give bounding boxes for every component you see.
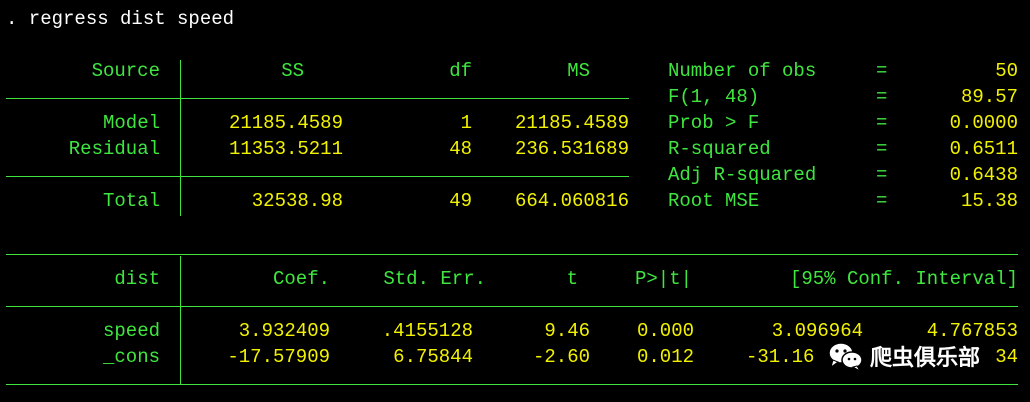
coef-se-value: .4155128	[381, 320, 473, 342]
coef-top-rule	[6, 254, 1018, 255]
stat-equals: =	[876, 86, 888, 108]
coef-header-coef: Coef.	[272, 268, 330, 290]
watermark: 爬虫俱乐部	[826, 336, 1026, 376]
stat-equals: =	[876, 60, 888, 82]
coef-column-divider	[180, 256, 181, 384]
command-line: . regress dist speed	[6, 8, 235, 30]
coef-se-value: 6.75844	[393, 346, 473, 368]
stat-equals: =	[876, 190, 888, 212]
anova-df-value: 49	[449, 190, 472, 212]
anova-header-source: Source	[91, 60, 160, 82]
stat-value: 0.6511	[949, 138, 1018, 160]
coef-header-var: dist	[114, 268, 160, 290]
anova-df-value: 48	[449, 138, 472, 160]
coef-p-value: 0.000	[636, 320, 694, 342]
stat-equals: =	[876, 138, 888, 160]
coef-bottom-rule	[6, 384, 1018, 385]
stat-value: 50	[995, 60, 1018, 82]
coef-var-label: speed	[102, 320, 160, 342]
coef-header-p: P>|t|	[634, 268, 692, 290]
anova-column-divider	[180, 60, 181, 216]
coef-var-label: _cons	[102, 346, 160, 368]
coef-t-value: 9.46	[544, 320, 590, 342]
stat-label: Adj R-squared	[668, 164, 817, 186]
stat-value: 0.0000	[949, 112, 1018, 134]
coef-header-rule	[6, 306, 1018, 307]
stat-value: 0.6438	[949, 164, 1018, 186]
stat-label: F(1, 48)	[668, 86, 760, 108]
coef-value: -17.57909	[227, 346, 330, 368]
stat-value: 89.57	[960, 86, 1018, 108]
coef-t-value: -2.60	[532, 346, 590, 368]
watermark-text: 爬虫俱乐部	[870, 346, 981, 371]
anova-df-value: 1	[460, 112, 472, 134]
anova-header-rule	[6, 98, 629, 99]
anova-header-ss: SS	[281, 60, 304, 82]
wechat-icon	[828, 342, 863, 372]
anova-ss-value: 11353.5211	[228, 138, 343, 160]
stat-equals: =	[876, 164, 888, 186]
anova-ms-value: 21185.4589	[514, 112, 629, 134]
stat-label: R-squared	[668, 138, 771, 160]
coef-p-value: 0.012	[636, 346, 694, 368]
coef-ci-low: -31.16	[746, 346, 815, 368]
anova-header-df: df	[449, 60, 472, 82]
stat-value: 15.38	[960, 190, 1018, 212]
anova-ss-value: 32538.98	[251, 190, 343, 212]
anova-source-label: Model	[102, 112, 160, 134]
stat-label: Number of obs	[668, 60, 817, 82]
anova-ms-value: 236.531689	[514, 138, 629, 160]
anova-ms-value: 664.060816	[514, 190, 629, 212]
coef-header-se: Std. Err.	[383, 268, 486, 290]
anova-source-label: Total	[102, 190, 160, 212]
anova-total-rule	[6, 176, 629, 177]
anova-header-ms: MS	[567, 60, 590, 82]
coef-header-ci: [95% Conf. Interval]	[789, 268, 1018, 290]
coef-header-t: t	[566, 268, 578, 290]
stat-label: Prob > F	[668, 112, 760, 134]
stat-label: Root MSE	[668, 190, 760, 212]
coef-value: 3.932409	[238, 320, 330, 342]
anova-source-label: Residual	[68, 138, 160, 160]
anova-ss-value: 21185.4589	[228, 112, 343, 134]
stata-results-window: { "command": ". regress dist speed", "an…	[0, 0, 1030, 402]
stat-equals: =	[876, 112, 888, 134]
